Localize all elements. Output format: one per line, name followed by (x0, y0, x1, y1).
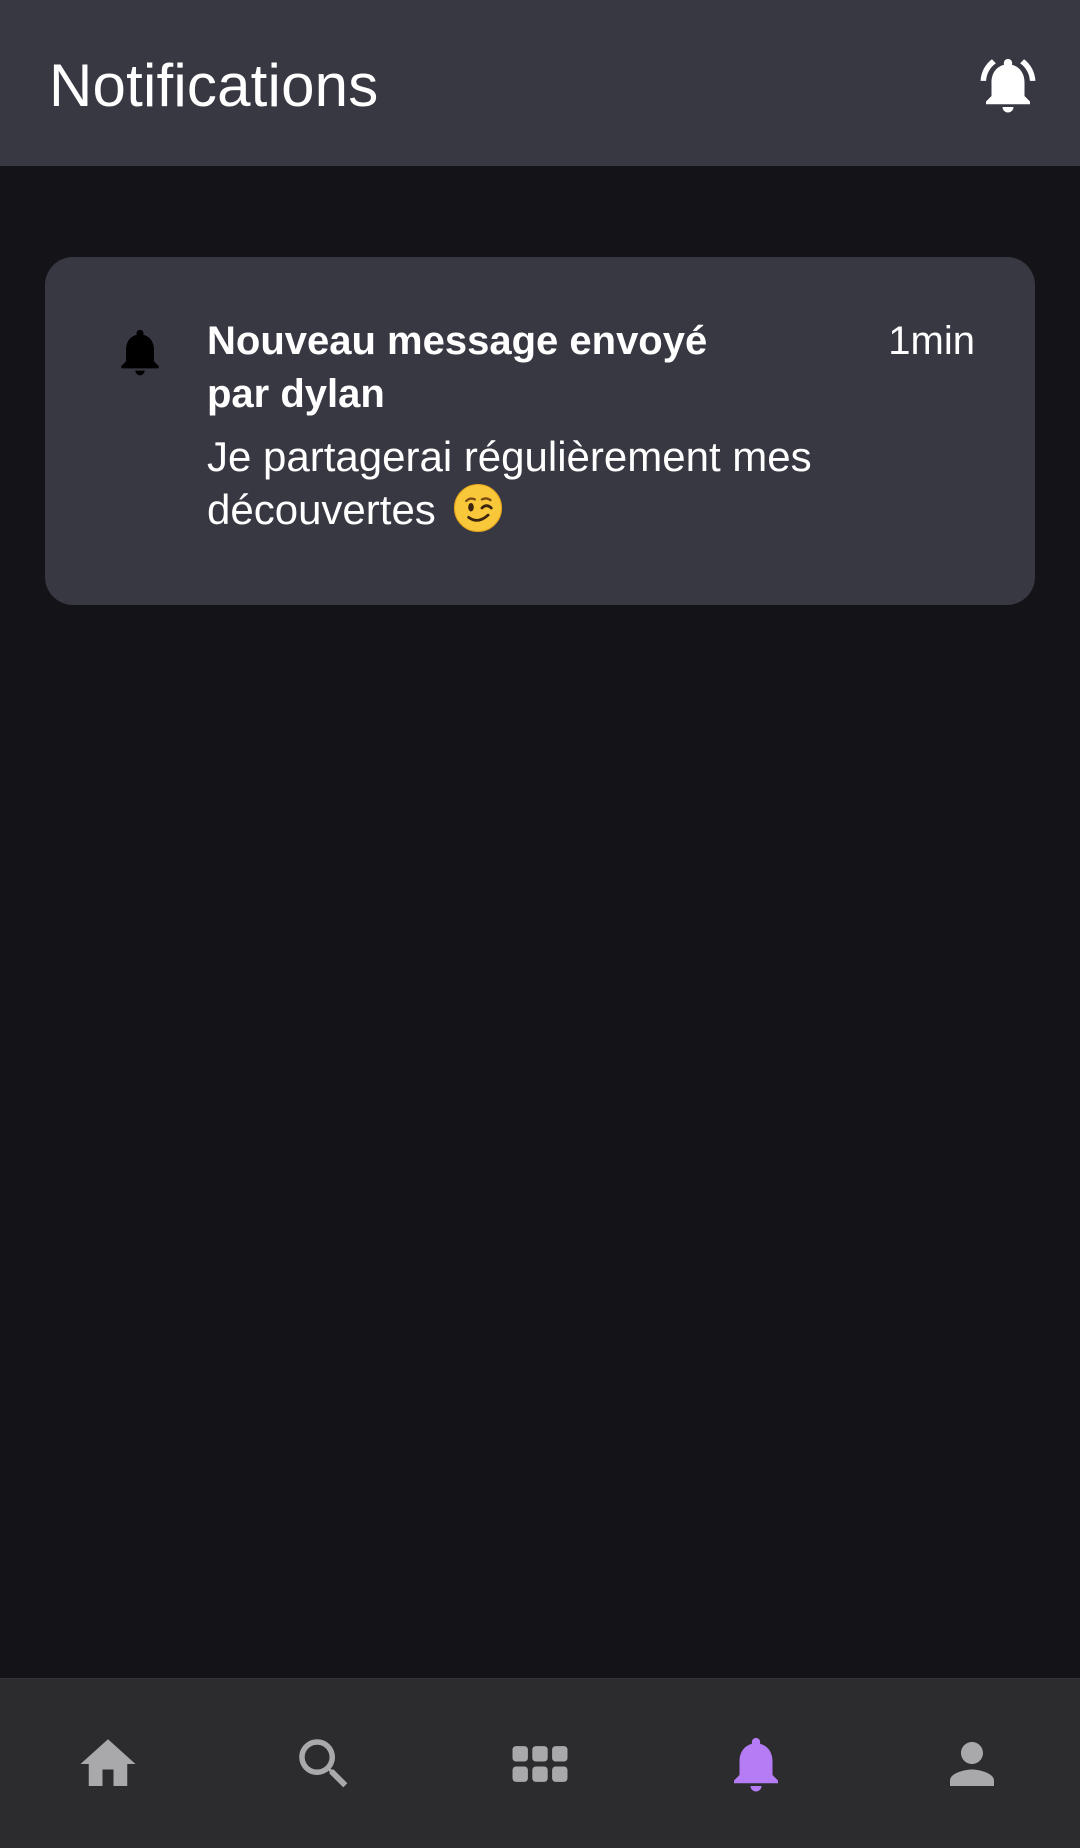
person-icon (950, 1741, 994, 1786)
notification-card[interactable]: Nouveau message envoyé par dylan 1min Je… (45, 257, 1035, 605)
nav-search[interactable] (216, 1679, 432, 1848)
page-title: Notifications (49, 52, 379, 119)
notification-title: Nouveau message envoyé par dylan (207, 319, 708, 416)
bottom-navigation (0, 1678, 1080, 1848)
app-header: Notifications (0, 0, 1080, 166)
winking-face-emoji (454, 483, 503, 533)
search-icon (299, 1738, 348, 1787)
nav-profile[interactable] (864, 1679, 1080, 1848)
nav-notifications[interactable] (648, 1679, 864, 1848)
notification-body: Je partagerai régulièrement mes découver… (207, 433, 812, 533)
notification-list: Nouveau message envoyé par dylan 1min Je… (0, 166, 1080, 1678)
nav-home[interactable] (0, 1679, 216, 1848)
grid-icon (512, 1745, 568, 1782)
home-icon (80, 1738, 136, 1786)
bell-ringing-icon[interactable] (975, 52, 1041, 118)
notification-time: 1min (888, 319, 975, 363)
nav-categories[interactable] (432, 1679, 648, 1848)
bell-icon (121, 329, 159, 376)
notification-body-wrap: Je partagerai régulièrement mes découver… (207, 430, 947, 536)
bell-icon (734, 1737, 778, 1791)
